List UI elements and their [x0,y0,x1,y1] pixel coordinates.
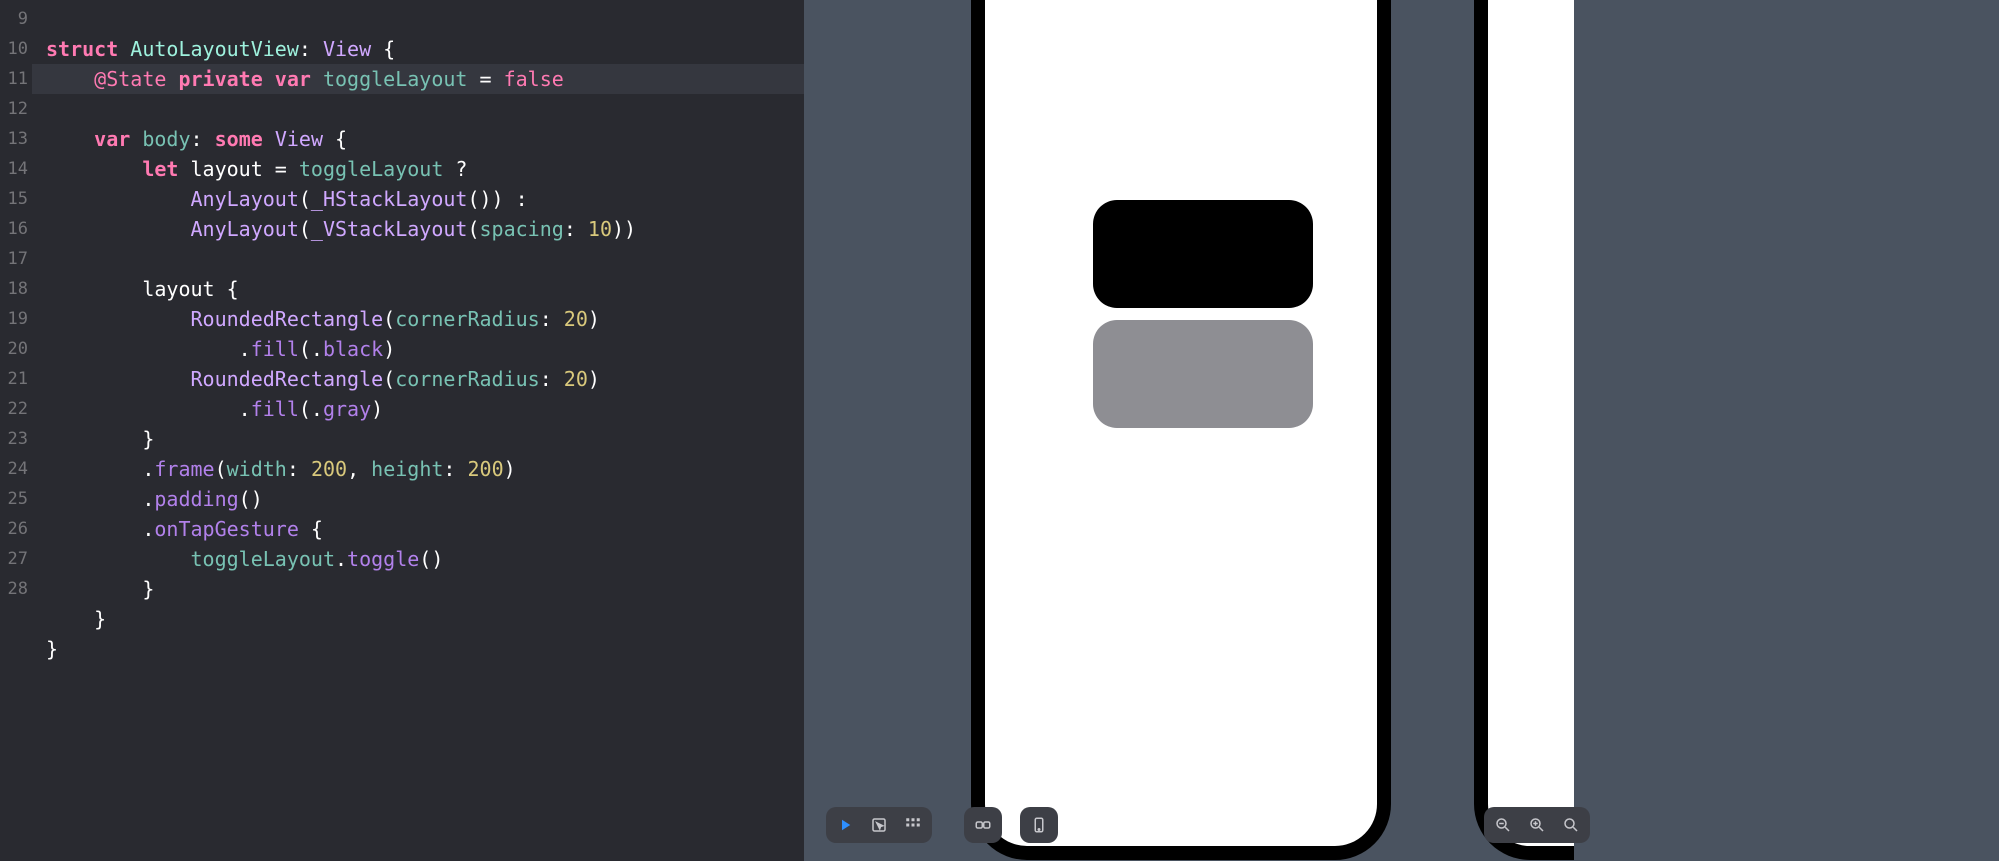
line-number: 25 [0,484,32,514]
code-line: } [46,634,804,664]
code-line [46,94,804,124]
line-number: 18 [0,274,32,304]
code-line: } [46,574,804,604]
line-number: 9 [0,4,32,34]
code-line: let layout = toggleLayout ? [46,154,804,184]
line-number: 22 [0,394,32,424]
grid-icon[interactable] [902,814,924,836]
code-line: layout { [46,274,804,304]
line-number: 17 [0,244,32,274]
line-number: 24 [0,454,32,484]
code-line: AnyLayout(_HStackLayout()) : [46,184,804,214]
code-line [46,4,804,34]
zoom-controls [1484,807,1590,843]
preview-content[interactable] [1093,200,1313,428]
code-area[interactable]: struct AutoLayoutView: View { @State pri… [32,0,804,861]
line-number: 13 [0,124,32,154]
play-icon[interactable] [834,814,856,836]
line-number: 10 [0,34,32,64]
code-editor[interactable]: 9 10 11 12 13 14 15 16 17 18 19 20 21 22… [0,0,804,861]
line-number: 11 [0,64,32,94]
code-line: AnyLayout(_VStackLayout(spacing: 10)) [46,214,804,244]
line-number: 19 [0,304,32,334]
line-number: 26 [0,514,32,544]
zoom-out-icon[interactable] [1492,814,1514,836]
code-line-active: @State private var toggleLayout = false [32,64,804,94]
code-line: toggleLayout.toggle() [46,544,804,574]
line-number: 21 [0,364,32,394]
preview-controls [826,807,932,843]
code-line: RoundedRectangle(cornerRadius: 20) [46,364,804,394]
rounded-rectangle-gray [1093,320,1313,428]
code-line: .onTapGesture { [46,514,804,544]
code-line: .fill(.gray) [46,394,804,424]
line-number: 12 [0,94,32,124]
selectable-icon[interactable] [868,814,890,836]
code-line: var body: some View { [46,124,804,154]
simulator-device-secondary [1474,0,1574,860]
line-number: 20 [0,334,32,364]
line-number: 15 [0,184,32,214]
rounded-rectangle-black [1093,200,1313,308]
simulator-device[interactable] [971,0,1391,860]
code-line: .fill(.black) [46,334,804,364]
line-number: 27 [0,544,32,574]
line-number: 28 [0,574,32,604]
variants-control[interactable] [964,807,1002,843]
variants-icon[interactable] [972,814,994,836]
code-line: .padding() [46,484,804,514]
device-icon[interactable] [1028,814,1050,836]
line-number: 14 [0,154,32,184]
code-line: RoundedRectangle(cornerRadius: 20) [46,304,804,334]
line-number: 23 [0,424,32,454]
code-line: } [46,604,804,634]
code-line: .frame(width: 200, height: 200) [46,454,804,484]
device-settings[interactable] [1020,807,1058,843]
zoom-in-icon[interactable] [1526,814,1548,836]
line-number: 16 [0,214,32,244]
code-line: } [46,424,804,454]
preview-canvas[interactable] [804,0,1999,861]
code-line: struct AutoLayoutView: View { [46,34,804,64]
code-line [46,244,804,274]
line-gutter: 9 10 11 12 13 14 15 16 17 18 19 20 21 22… [0,0,32,861]
zoom-fit-icon[interactable] [1560,814,1582,836]
